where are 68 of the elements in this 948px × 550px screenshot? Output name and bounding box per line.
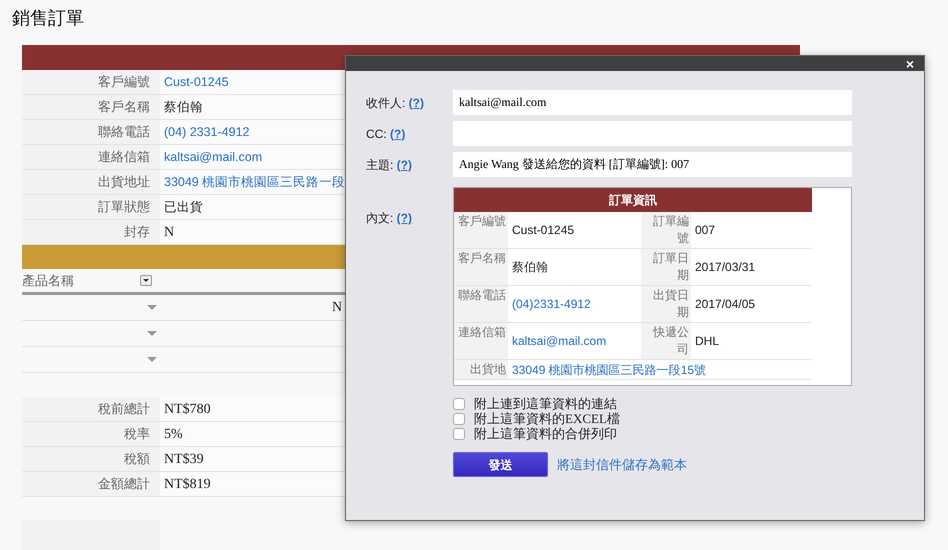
table-label: 客戶編號 [454, 212, 508, 248]
total-value: NT$819 [164, 477, 211, 492]
table-cell-text: 2017/04/05 [695, 296, 756, 313]
table-label: 訂單編號 [641, 212, 691, 248]
close-button[interactable]: × [896, 56, 924, 71]
table-label: 訂單日期 [641, 249, 691, 285]
table-label: 客戶名稱 [454, 249, 508, 285]
checkbox[interactable] [453, 412, 465, 424]
caret-icon[interactable] [147, 331, 157, 336]
checkbox[interactable] [453, 398, 465, 410]
help-link[interactable]: (?) [390, 126, 406, 140]
total-label: 稅率 [22, 422, 160, 446]
table-link[interactable]: kaltsai@mail.com [512, 332, 606, 350]
field-link[interactable]: 33049 桃園市桃園區三民路一段 [164, 175, 346, 189]
input-field[interactable]: kaltsai@mail.com [453, 90, 852, 115]
checkbox-label: 附上這筆資料的合併列印 [474, 426, 617, 443]
table-cell-text: N [332, 299, 342, 317]
column-header: 產品名稱 [22, 272, 74, 290]
field-label: 收件人: [366, 96, 406, 110]
table-link[interactable]: (04)2331-4912 [512, 295, 591, 313]
total-value: NT$780 [164, 402, 211, 417]
field-label: 內文: [366, 211, 394, 225]
help-link[interactable]: (?) [396, 158, 412, 172]
field-label: 客戶名稱 [22, 95, 160, 119]
table-label: 聯絡電話 [454, 286, 508, 322]
table-cell-text: 蔡伯翰 [512, 259, 548, 276]
table-label: 出貨日期 [641, 286, 691, 322]
help-link[interactable]: (?) [396, 211, 412, 225]
save-template-link[interactable]: 將這封信件儲存為範本 [557, 454, 687, 474]
help-link[interactable]: (?) [408, 96, 424, 110]
caret-icon[interactable] [147, 357, 157, 362]
total-label: 稅額 [22, 447, 160, 471]
checkbox-label: 附上連到這筆資料的連結 [474, 394, 617, 412]
field-label: 客戶編號 [22, 70, 160, 94]
table-cell-text: DHL [695, 333, 720, 350]
field-link[interactable]: kaltsai@mail.com [164, 150, 262, 164]
checkbox-label: 附上這筆資料的EXCEL檔 [474, 410, 620, 427]
field-value-text: 已出貨 [164, 200, 203, 214]
caret-icon[interactable] [147, 305, 157, 310]
field-value-text: N [164, 225, 174, 240]
dropdown-icon[interactable] [140, 275, 152, 286]
page-title: 銷售訂單 [11, 7, 85, 30]
field-label: 封存 [22, 220, 160, 244]
total-value: NT$39 [164, 452, 204, 467]
field-link[interactable]: Cust-01245 [164, 75, 229, 89]
input-field[interactable]: Angie Wang 發送給您的資料 [訂單編號]: 007 [453, 152, 852, 177]
field-value-text: 蔡伯翰 [164, 100, 203, 114]
table-cell-text: 007 [695, 222, 716, 239]
field-label: 出貨地址 [22, 170, 160, 194]
field-label: 聯絡電話 [22, 120, 160, 144]
table-link[interactable]: 33049 桃園市桃園區三民路一段15號 [512, 360, 706, 378]
field-label: 連絡信箱 [22, 145, 160, 169]
table-label: 連絡信箱 [454, 323, 508, 359]
field-label: 訂單狀態 [22, 195, 160, 219]
field-link[interactable]: (04) 2331-4912 [164, 125, 250, 139]
field-label: 主題: [366, 158, 394, 172]
total-label: 金額總計 [22, 472, 160, 496]
table-label: 快遞公司 [641, 323, 691, 359]
total-label: 稅前總計 [22, 397, 160, 421]
table-cell-text: Cust-01245 [512, 222, 574, 239]
total-value: 5% [164, 427, 183, 442]
field-label: CC: [366, 126, 388, 140]
send-button[interactable]: 發送 [453, 452, 548, 477]
input-field[interactable] [453, 121, 852, 146]
table-title: 訂單資訊 [609, 193, 657, 207]
table-cell-text: 2017/03/31 [695, 259, 756, 276]
table-label: 出貨地 [454, 360, 508, 379]
checkbox[interactable] [453, 428, 465, 440]
